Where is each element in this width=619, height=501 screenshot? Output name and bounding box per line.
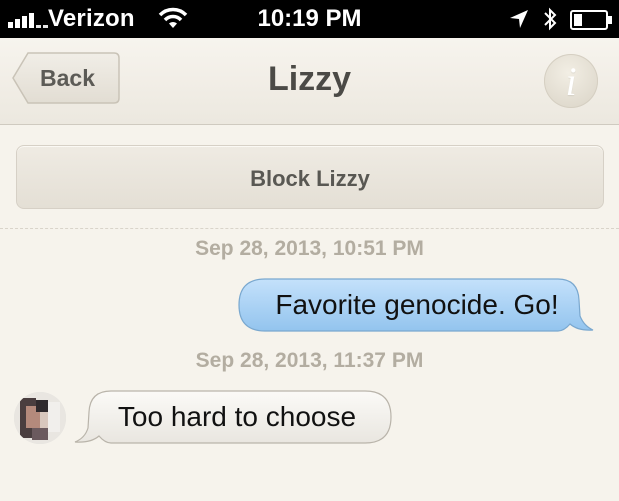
conversation-title: Lizzy — [267, 60, 352, 98]
incoming-message-bubble[interactable]: Too hard to choose — [74, 390, 392, 444]
outgoing-message-bubble[interactable]: Favorite genocide. Go! — [238, 278, 594, 332]
battery-icon — [570, 10, 614, 35]
message-timestamp: Sep 28, 2013, 11:37 PM — [195, 349, 424, 372]
info-button[interactable]: i — [544, 54, 598, 108]
location-arrow-icon — [508, 8, 530, 35]
block-contact-button[interactable]: Block Lizzy — [16, 145, 604, 209]
incoming-message-text: Too hard to choose — [117, 401, 357, 432]
contact-avatar — [14, 392, 66, 444]
message-timestamp: Sep 28, 2013, 10:51 PM — [195, 237, 424, 260]
block-contact-label: Block Lizzy — [250, 166, 370, 191]
info-icon: i — [565, 59, 577, 104]
divider — [0, 228, 619, 229]
outgoing-message-text: Favorite genocide. Go! — [275, 289, 559, 320]
navigation-bar: Back Lizzy i — [0, 38, 619, 125]
status-bar: Verizon 10:19 PM — [0, 0, 619, 38]
bluetooth-icon — [542, 6, 558, 37]
